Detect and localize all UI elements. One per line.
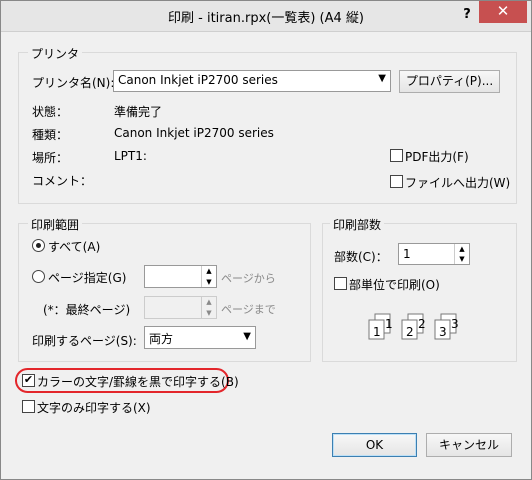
printer-name-select[interactable]: Canon Inkjet iP2700 series ▼ xyxy=(113,70,391,92)
spinner-arrows[interactable]: ▲ ▼ xyxy=(201,266,216,287)
all-pages-radio[interactable] xyxy=(32,239,45,252)
pdf-output-checkbox[interactable] xyxy=(390,149,403,162)
radio-selected-dot xyxy=(36,243,41,248)
collate-label[interactable]: 部単位で印刷(O) xyxy=(349,276,440,293)
spinner-down-icon[interactable]: ▼ xyxy=(202,277,216,288)
chevron-down-icon: ▼ xyxy=(378,73,386,84)
spinner-arrows[interactable]: ▲ ▼ xyxy=(454,244,469,264)
file-output-checkbox[interactable] xyxy=(390,175,403,188)
last-page-note: (*：最終ページ) xyxy=(43,303,131,317)
spinner-down-icon: ▼ xyxy=(206,308,212,317)
collate-icon-label: 3 xyxy=(439,325,447,339)
printer-name-value: Canon Inkjet iP2700 series xyxy=(118,73,278,87)
black-text-checkbox[interactable]: ✔ xyxy=(22,374,35,387)
cancel-button[interactable]: キャンセル xyxy=(426,433,512,457)
print-pages-label: 印刷するページ(S): xyxy=(32,334,137,348)
copies-count-label: 部数(C)： xyxy=(334,250,388,264)
title-bar: 印刷 - itiran.rpx(一覧表) (A4 縦) ? ✕ xyxy=(1,1,531,32)
page-range-radio[interactable] xyxy=(32,270,45,283)
file-output-label[interactable]: ファイルへ出力(W) xyxy=(405,174,510,191)
ok-button[interactable]: OK xyxy=(332,433,417,457)
comment-label: コメント： xyxy=(32,174,93,188)
print-dialog: 印刷 - itiran.rpx(一覧表) (A4 縦) ? ✕ プリンタ プリン… xyxy=(0,0,532,480)
print-range-label: 印刷範囲 xyxy=(28,216,83,233)
from-page-suffix: ページから xyxy=(221,272,276,285)
text-only-label[interactable]: 文字のみ印字する(X) xyxy=(37,399,151,416)
type-value: Canon Inkjet iP2700 series xyxy=(114,126,274,140)
type-label: 種類： xyxy=(32,128,69,142)
properties-button[interactable]: プロパティ(P)... xyxy=(399,70,500,93)
collate-pages-icon: 1 1 2 2 3 3 xyxy=(368,313,459,340)
spinner-arrows-disabled: ▲ ▼ xyxy=(201,297,216,318)
status-value: 準備完了 xyxy=(114,105,163,119)
dialog-title: 印刷 - itiran.rpx(一覧表) (A4 縦) xyxy=(168,11,364,26)
spinner-up-icon[interactable]: ▲ xyxy=(455,244,469,254)
pdf-output-label[interactable]: PDF出力(F) xyxy=(405,148,469,165)
to-page-suffix: ページまで xyxy=(221,303,276,316)
collate-icon-label: 1 xyxy=(373,325,381,339)
all-pages-label[interactable]: すべて(A) xyxy=(48,238,100,255)
location-label: 場所： xyxy=(32,151,69,165)
from-page-spinner[interactable]: ▲ ▼ xyxy=(144,265,217,288)
collate-icon-label: 2 xyxy=(406,325,414,339)
spinner-up-icon: ▲ xyxy=(206,298,212,306)
spinner-down-icon[interactable]: ▼ xyxy=(455,254,469,264)
to-page-spinner: ▲ ▼ xyxy=(144,296,217,319)
chevron-down-icon: ▼ xyxy=(243,331,251,342)
page-stack-icon-1: 1 1 xyxy=(368,313,393,340)
close-button[interactable]: ✕ xyxy=(479,1,527,23)
collate-icon-label: 3 xyxy=(451,317,459,331)
black-text-label[interactable]: カラーの文字/罫線を黒で印字する(B) xyxy=(37,373,239,390)
print-pages-value: 両方 xyxy=(149,332,174,346)
page-range-label[interactable]: ページ指定(G) xyxy=(48,269,126,286)
printer-group-label: プリンタ xyxy=(28,45,83,62)
copies-count-value: 1 xyxy=(403,247,411,261)
collate-icon-label: 1 xyxy=(385,317,393,331)
page-stack-icon-3: 3 3 xyxy=(434,313,459,340)
checkmark-icon: ✔ xyxy=(23,373,34,386)
location-value: LPT1: xyxy=(114,149,147,163)
text-only-checkbox[interactable] xyxy=(22,400,35,413)
printer-name-label: プリンタ名(N): xyxy=(32,76,115,90)
spinner-up-icon[interactable]: ▲ xyxy=(202,266,216,277)
print-pages-select[interactable]: 両方 ▼ xyxy=(144,326,256,349)
help-button[interactable]: ? xyxy=(456,5,478,25)
page-stack-icon-2: 2 2 xyxy=(401,313,426,340)
collate-icon-label: 2 xyxy=(418,317,426,331)
collate-checkbox[interactable] xyxy=(334,277,347,290)
status-label: 状態： xyxy=(32,105,69,119)
copies-count-spinner[interactable]: 1 ▲ ▼ xyxy=(398,243,470,265)
copies-group-label: 印刷部数 xyxy=(330,216,385,233)
